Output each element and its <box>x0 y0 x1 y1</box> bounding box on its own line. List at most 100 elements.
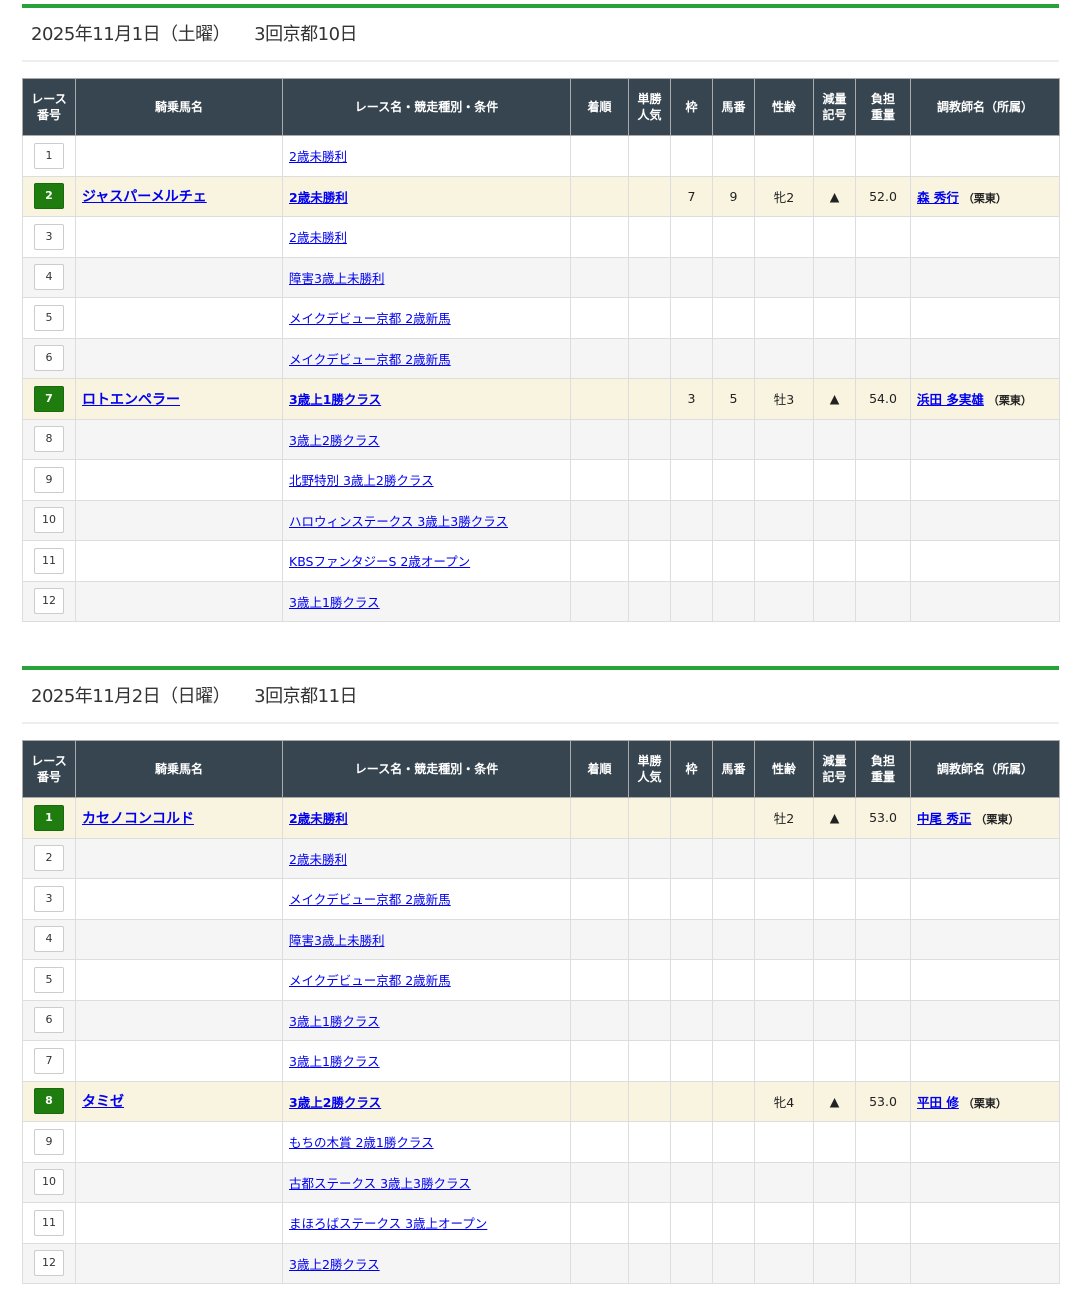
popularity <box>628 1040 671 1082</box>
race-name-link[interactable]: ハロウィンステークス 3歳上3勝クラス <box>289 514 508 529</box>
horse-name-link[interactable]: ロトエンペラー <box>82 392 180 408</box>
finish-position <box>570 580 629 622</box>
race-number-badge[interactable]: 1 <box>34 142 64 169</box>
race-name-link[interactable]: もちの木賞 2歳1勝クラス <box>289 1135 434 1150</box>
race-name-link[interactable]: KBSファンタジーS 2歳オープン <box>289 554 470 569</box>
frame-number: 7 <box>687 188 696 204</box>
race-name-link[interactable]: メイクデビュー京都 2歳新馬 <box>289 352 451 367</box>
popularity <box>628 297 671 339</box>
race-name-link[interactable]: 2歳未勝利 <box>289 852 347 867</box>
race-number-badge[interactable]: 12 <box>34 588 64 615</box>
table-row: 12 3歳上2勝クラス <box>22 1242 1060 1284</box>
column-header-label: 調教師名（所属） <box>936 100 1033 114</box>
column-header-label: 減量記号 <box>822 754 847 784</box>
race-number-badge[interactable]: 11 <box>34 547 64 574</box>
column-header: 調教師名（所属） <box>910 740 1060 798</box>
table-row: 10 古都ステークス 3歳上3勝クラス <box>22 1161 1060 1203</box>
horse-name-link[interactable]: タミゼ <box>82 1094 124 1110</box>
popularity <box>628 418 671 460</box>
race-number-badge[interactable]: 5 <box>34 966 64 993</box>
race-name-link[interactable]: 障害3歳上未勝利 <box>289 271 384 286</box>
column-header: 単勝人気 <box>628 78 671 136</box>
race-number-badge[interactable]: 11 <box>34 1209 64 1236</box>
race-name-link[interactable]: 古都ステークス 3歳上3勝クラス <box>289 1176 471 1191</box>
race-name-link[interactable]: 2歳未勝利 <box>289 811 348 826</box>
table-row: 5 メイクデビュー京都 2歳新馬 <box>22 959 1060 1001</box>
race-number-badge[interactable]: 5 <box>34 304 64 331</box>
race-number-badge[interactable]: 2 <box>34 183 64 210</box>
race-number-badge[interactable]: 10 <box>34 507 64 534</box>
race-number-badge[interactable]: 6 <box>34 1007 64 1034</box>
race-name-link[interactable]: 3歳上1勝クラス <box>289 392 381 407</box>
carried-weight: 53.0 <box>869 1093 897 1109</box>
race-number-badge[interactable]: 4 <box>34 926 64 953</box>
trainer-link[interactable]: 平田 修 <box>917 1095 959 1110</box>
weight-reduction-mark: ▲ <box>829 810 840 826</box>
day-section: 2025年11月1日（土曜） 3回京都10日 レース番号 騎乗馬名 レース名・競走種別・… <box>22 4 1060 622</box>
finish-position <box>570 297 629 339</box>
horse-name-link[interactable]: カセノコンコルド <box>82 811 194 827</box>
column-header-label: 減量記号 <box>822 92 847 122</box>
race-number-badge[interactable]: 12 <box>34 1250 64 1277</box>
race-name-link[interactable]: 2歳未勝利 <box>289 149 347 164</box>
table-row: 12 3歳上1勝クラス <box>22 580 1060 622</box>
race-number-badge[interactable]: 4 <box>34 264 64 291</box>
trainer-affiliation: （栗東） <box>975 813 1020 827</box>
race-number-badge[interactable]: 3 <box>34 885 64 912</box>
race-name-link[interactable]: 2歳未勝利 <box>289 190 348 205</box>
column-header-label: 単勝人気 <box>637 92 662 122</box>
popularity <box>628 256 671 298</box>
trainer-link[interactable]: 中尾 秀正 <box>917 811 971 826</box>
race-name-link[interactable]: 北野特別 3歳上2勝クラス <box>289 473 434 488</box>
race-number-badge[interactable]: 2 <box>34 845 64 872</box>
race-number-badge[interactable]: 1 <box>34 804 64 831</box>
race-name-link[interactable]: 3歳上2勝クラス <box>289 1095 381 1110</box>
column-header: 負担重量 <box>855 740 911 798</box>
finish-position <box>570 499 629 541</box>
race-number-badge[interactable]: 10 <box>34 1169 64 1196</box>
table-header: レース番号 騎乗馬名 レース名・競走種別・条件 着順 単勝人気 枠 馬番 性齢 減量記号 負担重量… <box>22 740 1060 798</box>
popularity <box>628 1080 671 1122</box>
race-name-link[interactable]: 3歳上2勝クラス <box>289 1257 380 1272</box>
table-row: 6 メイクデビュー京都 2歳新馬 <box>22 337 1060 379</box>
race-name-link[interactable]: 2歳未勝利 <box>289 230 347 245</box>
popularity <box>628 1202 671 1244</box>
table-row: 3 2歳未勝利 <box>22 216 1060 258</box>
trainer-link[interactable]: 浜田 多実雄 <box>917 392 984 407</box>
race-name-link[interactable]: メイクデビュー京都 2歳新馬 <box>289 311 451 326</box>
column-header-label: 性齢 <box>771 100 796 114</box>
finish-position <box>570 1202 629 1244</box>
race-number-badge[interactable]: 6 <box>34 345 64 372</box>
race-number-badge[interactable]: 8 <box>34 426 64 453</box>
horse-number: 9 <box>729 188 738 204</box>
race-number-badge[interactable]: 9 <box>34 466 64 493</box>
column-header: 減量記号 <box>813 740 856 798</box>
table-row: 7 3歳上1勝クラス <box>22 1040 1060 1082</box>
race-number-badge[interactable]: 8 <box>34 1088 64 1115</box>
finish-position <box>570 918 629 960</box>
column-header: 着順 <box>570 740 629 798</box>
race-name-link[interactable]: 3歳上2勝クラス <box>289 433 380 448</box>
race-name-link[interactable]: メイクデビュー京都 2歳新馬 <box>289 973 451 988</box>
ride-table: レース番号 騎乗馬名 レース名・競走種別・条件 着順 単勝人気 枠 馬番 性齢 減量記号 負担重量… <box>22 78 1060 622</box>
race-name-link[interactable]: 3歳上1勝クラス <box>289 1054 380 1069</box>
race-number-badge[interactable]: 9 <box>34 1128 64 1155</box>
race-name-link[interactable]: 3歳上1勝クラス <box>289 595 380 610</box>
column-header-label: 騎乗馬名 <box>154 762 203 776</box>
popularity <box>628 1161 671 1203</box>
race-number-badge[interactable]: 7 <box>34 1047 64 1074</box>
column-header-label: 調教師名（所属） <box>936 762 1033 776</box>
race-number-badge[interactable]: 7 <box>34 385 64 412</box>
column-header: 性齢 <box>754 740 814 798</box>
race-name-link[interactable]: 障害3歳上未勝利 <box>289 933 384 948</box>
column-header: 負担重量 <box>855 78 911 136</box>
finish-position <box>570 999 629 1041</box>
column-header: 減量記号 <box>813 78 856 136</box>
horse-name-link[interactable]: ジャスパーメルチェ <box>82 189 207 205</box>
race-name-link[interactable]: メイクデビュー京都 2歳新馬 <box>289 892 451 907</box>
race-name-link[interactable]: まほろばステークス 3歳上オープン <box>289 1216 487 1231</box>
finish-position <box>570 378 629 420</box>
race-name-link[interactable]: 3歳上1勝クラス <box>289 1014 380 1029</box>
trainer-link[interactable]: 森 秀行 <box>917 190 959 205</box>
race-number-badge[interactable]: 3 <box>34 223 64 250</box>
